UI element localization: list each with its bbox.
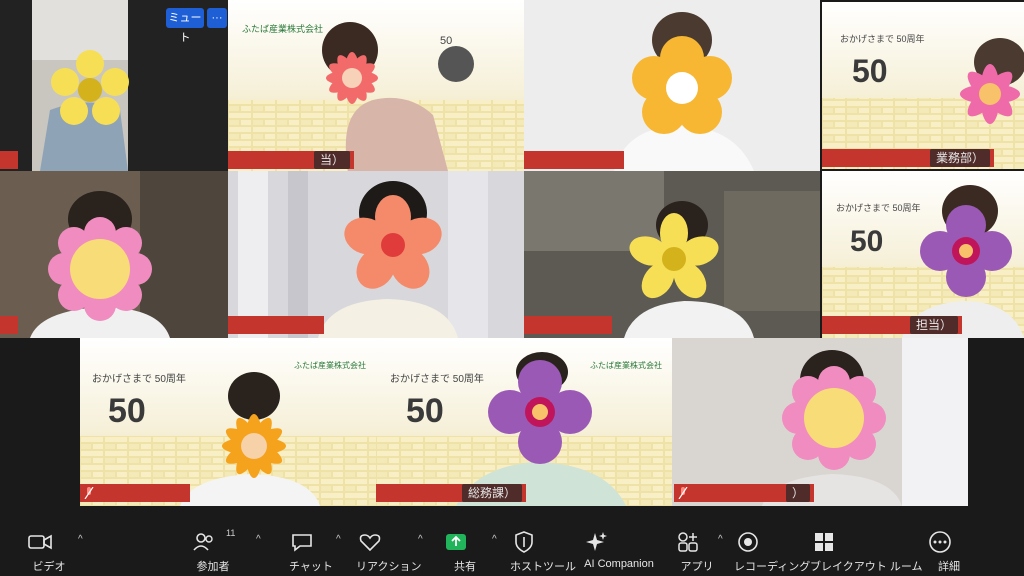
participant-tile-1[interactable]: ミュート ··· (0, 0, 228, 171)
svg-text:おかげさまで 50周年: おかげさまで 50周年 (390, 372, 484, 385)
chat-button[interactable]: チャット (288, 520, 334, 576)
svg-text:ふたば産業株式会社: ふたば産業株式会社 (590, 360, 662, 370)
reactions-options-caret[interactable]: ^ (418, 534, 423, 545)
grid-icon (815, 533, 833, 551)
video-options-caret[interactable]: ^ (78, 534, 83, 545)
flower-mask-icon (960, 64, 1020, 124)
recording-button[interactable]: レコーディング (734, 520, 810, 576)
participants-options-caret[interactable]: ^ (256, 534, 261, 545)
ai-companion-button[interactable]: AI Companion (582, 520, 656, 576)
participant-tile-8[interactable]: おかげさまで 50周年 50 担当） (822, 171, 1024, 338)
name-banner: 総務課） (376, 484, 526, 502)
share-options-caret[interactable]: ^ (492, 534, 497, 545)
participant-tile-9[interactable]: おかげさまで 50周年 50 ふたば産業株式会社 (80, 338, 376, 506)
shield-icon (515, 531, 533, 553)
video-feed: おかげさまで 50周年 50 (822, 2, 1024, 169)
name-banner: 業務部） (822, 149, 994, 167)
video-feed: おかげさまで 50周年 50 ふたば産業株式会社 (376, 338, 672, 506)
name-banner (0, 151, 18, 169)
mic-muted-icon (84, 487, 94, 499)
svg-text:50: 50 (850, 225, 883, 258)
video-camera-icon (28, 534, 52, 550)
name-banner: 当） (228, 151, 354, 169)
svg-text:50: 50 (852, 53, 888, 89)
svg-text:50: 50 (440, 35, 452, 47)
name-banner: 担当） (822, 316, 962, 334)
apps-button[interactable]: アプリ (674, 520, 720, 576)
heart-icon (359, 534, 381, 552)
participant-tile-11[interactable]: ） (672, 338, 968, 506)
host-tools-button[interactable]: ホストツール (510, 520, 576, 576)
participant-tile-10[interactable]: おかげさまで 50周年 50 ふたば産業株式会社 総務課） (376, 338, 672, 506)
video-feed: おかげさまで 50周年 50 (822, 171, 1024, 338)
svg-text:ふたば産業株式会社: ふたば産業株式会社 (242, 23, 323, 34)
video-feed (524, 0, 820, 171)
name-banner (228, 316, 324, 334)
video-feed: ふたば産業株式会社 50 (228, 0, 524, 171)
more-options-button[interactable]: ··· (207, 8, 227, 28)
record-icon (738, 532, 758, 552)
participant-tile-2[interactable]: ふたば産業株式会社 50 当） (228, 0, 524, 171)
svg-text:50: 50 (406, 392, 444, 430)
participants-count: 11 (226, 528, 236, 538)
video-feed (228, 171, 524, 338)
sparkle-icon (586, 532, 607, 551)
svg-text:おかげさまで 50周年: おかげさまで 50周年 (92, 372, 186, 385)
participant-tile-6[interactable] (228, 171, 524, 338)
share-button[interactable]: 共有 (442, 520, 488, 576)
share-screen-icon (446, 534, 466, 550)
video-feed (0, 171, 228, 338)
breakout-rooms-button[interactable]: ブレイクアウト ルーム (810, 520, 923, 576)
mic-muted-icon (678, 487, 688, 499)
video-feed (672, 338, 968, 506)
video-button[interactable]: ビデオ (26, 520, 72, 576)
participant-tile-4-active-speaker[interactable]: おかげさまで 50周年 50 業務部） (822, 2, 1024, 169)
svg-text:おかげさまで 50周年: おかげさまで 50周年 (836, 202, 921, 213)
flower-mask-icon (48, 217, 152, 321)
svg-text:ふたば産業株式会社: ふたば産業株式会社 (294, 360, 366, 370)
chat-options-caret[interactable]: ^ (336, 534, 341, 545)
svg-text:おかげさまで 50周年: おかげさまで 50周年 (840, 33, 925, 44)
participant-tile-5[interactable] (0, 171, 228, 338)
video-feed (524, 171, 820, 338)
name-banner (0, 316, 18, 334)
more-icon (929, 531, 951, 553)
reactions-button[interactable]: リアクション (356, 520, 421, 576)
meeting-toolbar: ビデオ ^ 参加者 11 ^ チャット ^ リアクション ^ 共有 ^ ホストツ… (0, 520, 1024, 576)
apps-options-caret[interactable]: ^ (718, 534, 723, 545)
flower-mask-icon (782, 366, 886, 470)
name-banner (524, 316, 612, 334)
participant-tile-7[interactable] (524, 171, 820, 338)
svg-text:50: 50 (108, 392, 146, 430)
name-banner: ） (674, 484, 814, 502)
name-banner (80, 484, 190, 502)
participants-icon (193, 533, 213, 551)
participant-tile-3[interactable] (524, 0, 820, 171)
details-button[interactable]: 詳細 (926, 520, 972, 576)
chat-icon (292, 534, 312, 552)
apps-icon (678, 532, 698, 552)
name-banner (524, 151, 624, 169)
video-feed: おかげさまで 50周年 50 ふたば産業株式会社 (80, 338, 376, 506)
mute-button[interactable]: ミュート (166, 8, 204, 44)
